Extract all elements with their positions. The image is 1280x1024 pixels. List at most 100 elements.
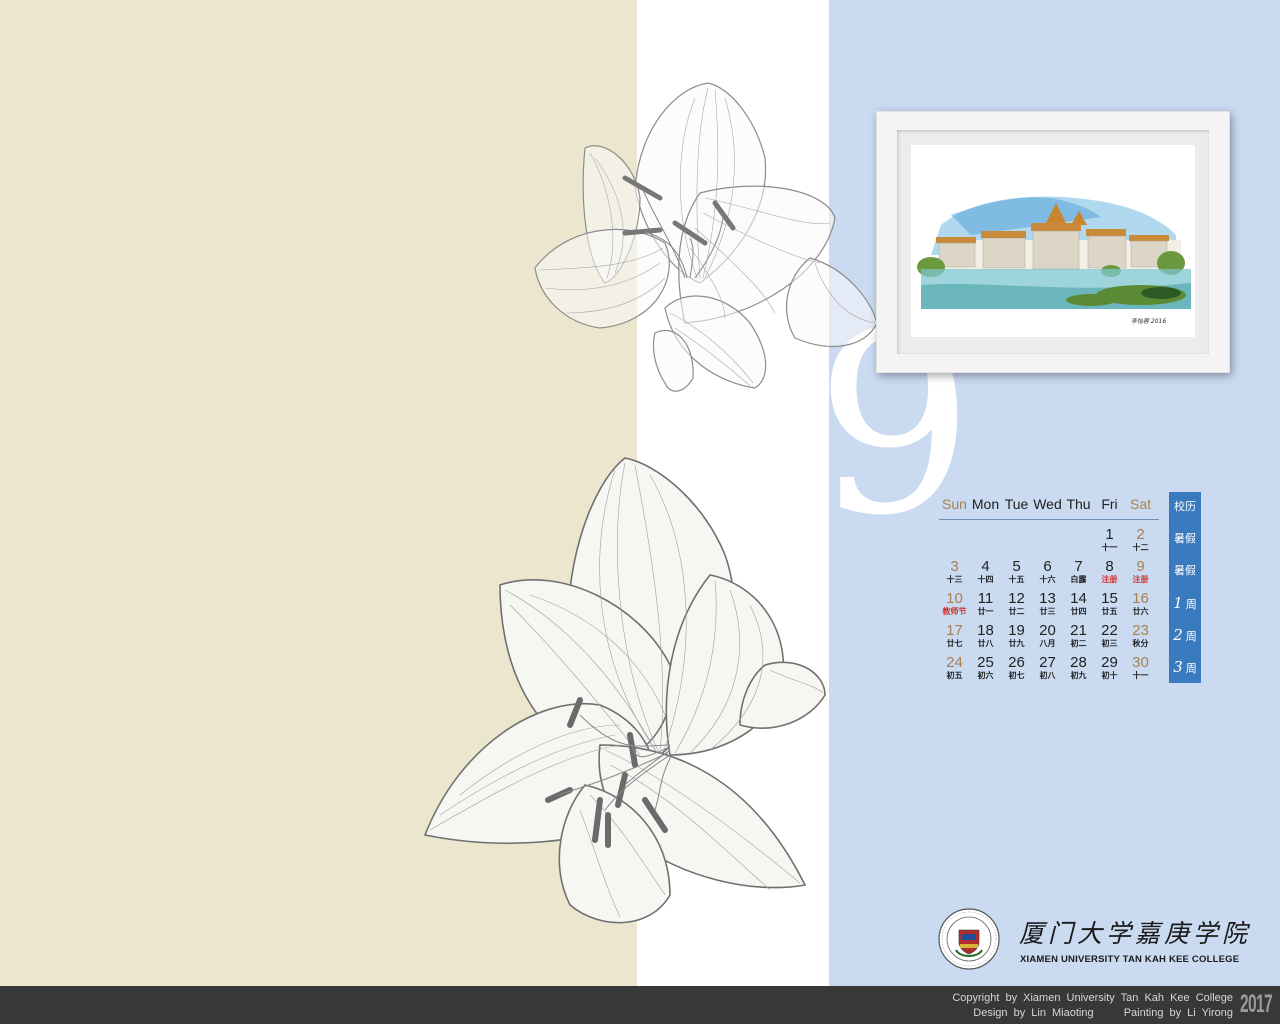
year-label: 2017 (1240, 990, 1273, 1018)
calendar-day-cell: 4 十四 (970, 552, 1001, 584)
calendar-day-cell: 8 注册 (1094, 552, 1125, 584)
day-number: 12 (1008, 590, 1025, 607)
lunar-date-label: 初六 (977, 671, 994, 680)
day-number: 11 (977, 590, 994, 607)
lily-illustration-top (534, 82, 878, 392)
calendar-day-cell: 16 廿六 (1125, 584, 1156, 616)
credits: Copyright by Xiamen University Tan Kah K… (833, 991, 1233, 1021)
day-number: 27 (1039, 654, 1056, 671)
calendar-week-row: 24 初五 25 初六 26 初七 27 初八 28 初九 29 初十 30 十一 (939, 648, 1159, 680)
calendar-week-row: 10 教师节 11 廿一 12 廿二 13 廿三 14 廿四 15 廿五 16 廿六 (939, 584, 1159, 616)
weekday-label: Thu (1066, 496, 1091, 512)
day-number: 23 (1132, 622, 1149, 639)
calendar-day-cell: 23 秋分 (1125, 616, 1156, 648)
weekday-label: Wed (1033, 496, 1062, 512)
day-number: 15 (1101, 590, 1118, 607)
calendar-day-cell: 19 廿九 (1001, 616, 1032, 648)
svg-text:李怡蓉 2016: 李怡蓉 2016 (1131, 317, 1166, 325)
lily-illustration-bottom (423, 457, 826, 924)
calendar-day-cell: 20 八月 (1032, 616, 1063, 648)
calendar-day-cell: 26 初七 (1001, 648, 1032, 680)
day-number: 24 (946, 654, 963, 671)
day-number: 3 (950, 558, 959, 575)
term-week-label: 校历 (1174, 501, 1196, 513)
calendar-day-cell: 25 初六 (970, 648, 1001, 680)
calendar-day-cell: 17 廿七 (939, 616, 970, 648)
painting-credit: Painting by Li Yirong (1123, 1007, 1233, 1019)
week-unit: 周 (1185, 631, 1197, 643)
lunar-date-label: 初八 (1039, 671, 1056, 680)
calendar-day-cell (1063, 520, 1094, 552)
weekday-label: Mon (971, 496, 1000, 512)
college-seal-logo (938, 908, 1000, 970)
term-week-label: 暑假 (1174, 565, 1196, 577)
calendar-day-cell: 15 廿五 (1094, 584, 1125, 616)
week-number: 1 (1173, 594, 1183, 612)
day-number: 4 (981, 558, 990, 575)
calendar-day-cell: 12 廿二 (1001, 584, 1032, 616)
day-number: 7 (1074, 558, 1083, 575)
day-number: 25 (977, 654, 994, 671)
day-number: 2 (1136, 526, 1145, 543)
calendar-day-cell: 2 十二 (1125, 520, 1156, 552)
design-credit: Design by Lin Miaoting (973, 1007, 1094, 1019)
day-number: 20 (1039, 622, 1056, 639)
calendar-day-cell: 1 十一 (1094, 520, 1125, 552)
calendar-day-cell: 30 十一 (1125, 648, 1156, 680)
calendar-day-cell (1001, 520, 1032, 552)
calendar-week-row: 1 十一 2 十二 (939, 520, 1159, 552)
lunar-date-label: 初五 (946, 671, 963, 680)
weekday-label: Fri (1101, 496, 1118, 512)
calendar-day-cell: 28 初九 (1063, 648, 1094, 680)
lunar-date-label: 初七 (1008, 671, 1025, 680)
calendar-day-cell: 11 廿一 (970, 584, 1001, 616)
day-number: 14 (1070, 590, 1087, 607)
calendar-day-cell: 27 初八 (1032, 648, 1063, 680)
day-number: 26 (1008, 654, 1025, 671)
day-number: 10 (946, 590, 963, 607)
day-number: 9 (1136, 558, 1145, 575)
calendar-day-cell: 5 十五 (1001, 552, 1032, 584)
day-number: 6 (1043, 558, 1052, 575)
term-week-label: 1周 (1169, 588, 1201, 620)
week-number: 2 (1173, 626, 1183, 644)
week-unit: 周 (1185, 599, 1197, 611)
term-week-label: 3周 (1169, 652, 1201, 684)
calendar-grid: Sun Mon Tue Wed Thu Fri Sat 1 十一 2 十二 3 十三 4 十四… (939, 496, 1159, 680)
lunar-date-label: 初九 (1070, 671, 1087, 680)
calendar-day-cell: 21 初二 (1063, 616, 1094, 648)
lunar-date-label: 初十 (1101, 671, 1118, 680)
day-number: 13 (1039, 590, 1056, 607)
day-number: 28 (1070, 654, 1087, 671)
college-name-english: XIAMEN UNIVERSITY TAN KAH KEE COLLEGE (1020, 954, 1240, 965)
calendar-day-cell: 9 注册 (1125, 552, 1156, 584)
design-painting-credits: Design by Lin Miaoting Painting by Li Yi… (833, 1006, 1233, 1021)
weekday-header: Sun Mon Tue Wed Thu Fri Sat (939, 496, 1159, 520)
calendar-day-cell: 10 教师节 (939, 584, 970, 616)
calendar-day-cell: 22 初三 (1094, 616, 1125, 648)
day-number: 29 (1101, 654, 1118, 671)
calendar-day-cell: 18 廿八 (970, 616, 1001, 648)
calendar-day-cell: 24 初五 (939, 648, 970, 680)
day-number: 18 (977, 622, 994, 639)
campus-watercolor-painting: 李怡蓉 2016 (911, 145, 1195, 337)
calendar-day-cell: 14 廿四 (1063, 584, 1094, 616)
day-number: 19 (1008, 622, 1025, 639)
day-number: 22 (1101, 622, 1118, 639)
term-week-column: 校历 暑假 暑假 1 周 2 周 3 周 (1169, 492, 1201, 683)
calendar-day-cell: 6 十六 (1032, 552, 1063, 584)
calendar-day-cell: 13 廿三 (1032, 584, 1063, 616)
term-week-label: 暑假 (1174, 533, 1196, 545)
calendar-week-row: 17 廿七 18 廿八 19 廿九 20 八月 21 初二 22 初三 23 秋分 (939, 616, 1159, 648)
calendar-day-cell: 3 十三 (939, 552, 970, 584)
lunar-date-label: 十一 (1132, 671, 1149, 680)
college-name-chinese: 厦门大学嘉庚学院 (1019, 919, 1252, 948)
week-number: 3 (1173, 658, 1183, 676)
day-number: 17 (946, 622, 963, 639)
weekday-label: Sun (942, 496, 967, 512)
day-number: 8 (1105, 558, 1114, 575)
calendar-week-row: 3 十三 4 十四 5 十五 6 十六 7 白露 8 注册 9 注册 (939, 552, 1159, 584)
weekday-label: Sat (1129, 496, 1151, 512)
calendar-day-cell (1032, 520, 1063, 552)
week-unit: 周 (1185, 663, 1197, 675)
